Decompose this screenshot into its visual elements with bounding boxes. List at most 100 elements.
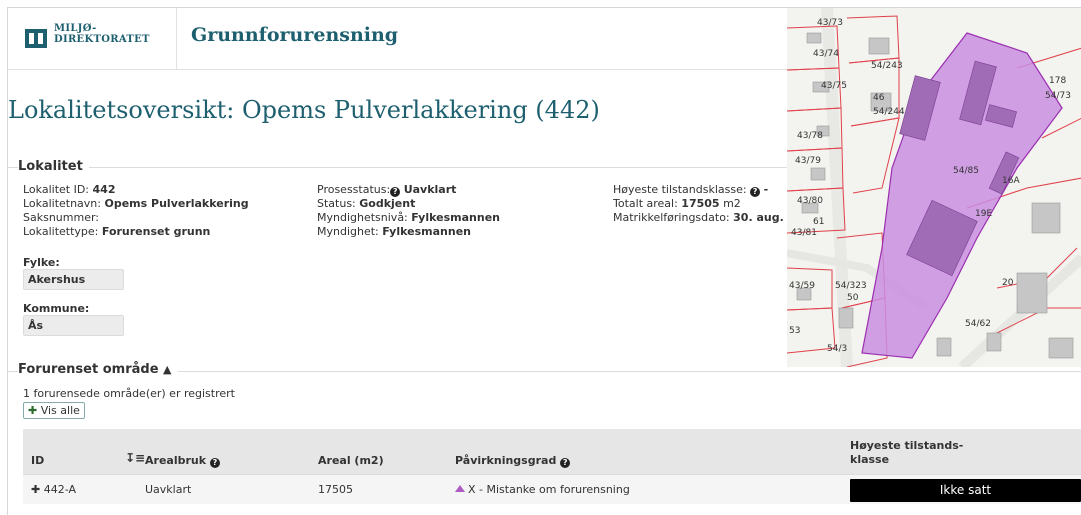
- map-label: 43/74: [813, 49, 839, 59]
- map-label: 43/73: [817, 18, 843, 28]
- lokalitet-divider: [8, 167, 788, 168]
- map-label: 178: [1049, 76, 1066, 86]
- map-view[interactable]: 43/73 43/74 54/243 178 54/73 43/75 46 54…: [787, 8, 1081, 367]
- help-icon[interactable]: ?: [209, 458, 220, 468]
- expand-plus-icon[interactable]: ✚: [31, 483, 40, 496]
- map-label: 16A: [1002, 176, 1020, 186]
- label: Lokalitet ID:: [23, 183, 90, 196]
- map-label: 53: [789, 326, 800, 336]
- label: Myndighet:: [317, 225, 379, 238]
- map-label: 43/59: [789, 281, 815, 291]
- col-areal-header[interactable]: Areal (m2): [318, 454, 384, 467]
- map-label: 54/85: [953, 166, 979, 176]
- forurenset-heading-label: Forurenset område: [18, 362, 159, 377]
- lokalitet-column-2: Prosesstatus:? Uavklart Status: Godkjent…: [317, 183, 500, 239]
- col-tilstandsklasse-header[interactable]: Høyeste tilstands- klasse: [850, 439, 963, 467]
- hoyeste-tilstandsklasse-row: Høyeste tilstandsklasse: ? -: [613, 183, 787, 197]
- help-icon[interactable]: ?: [560, 458, 571, 468]
- value: Opems Pulverlakkering: [104, 197, 249, 210]
- value: Uavklart: [403, 183, 457, 196]
- value: -: [763, 183, 769, 196]
- col-pavirkningsgrad-header[interactable]: Påvirkningsgrad ?: [455, 454, 571, 468]
- label: Lokalitettype:: [23, 225, 99, 238]
- value: 17505: [681, 197, 720, 210]
- app-frame: MILJØ- DIREKTORATET Grunnforurensning Lo…: [7, 7, 1081, 515]
- value: Forurenset grunn: [101, 225, 211, 238]
- map-label: 43/81: [791, 228, 817, 238]
- vis-alle-button[interactable]: ✚ Vis alle: [23, 402, 85, 419]
- lokalitet-id-row: Lokalitet ID: 442: [23, 183, 249, 197]
- map-label: 54/3: [827, 344, 847, 354]
- prosesstatus-row: Prosesstatus:? Uavklart: [317, 183, 500, 197]
- top-header: MILJØ- DIREKTORATET Grunnforurensning: [8, 8, 788, 70]
- map-label: 19E: [975, 209, 992, 219]
- col-label-line2: klasse: [850, 453, 890, 466]
- col-label-line1: Høyeste tilstands-: [850, 439, 964, 452]
- col-id-header[interactable]: ID: [31, 454, 44, 467]
- saksnummer-row: Saksnummer:: [23, 211, 249, 225]
- collapse-caret-icon[interactable]: ▲: [163, 363, 171, 376]
- help-icon[interactable]: ?: [750, 187, 761, 197]
- value: Fylkesmannen: [382, 225, 471, 238]
- map-label: 50: [847, 293, 859, 303]
- lokalitet-column-3: Høyeste tilstandsklasse: ? - Totalt area…: [613, 183, 787, 225]
- value: 442: [92, 183, 116, 196]
- label: Lokalitetnavn:: [23, 197, 101, 210]
- label: Prosesstatus:: [317, 183, 391, 196]
- logo-line-1: MILJØ-: [54, 23, 97, 34]
- map-label: 54/62: [965, 319, 991, 329]
- map-label: 43/79: [795, 156, 821, 166]
- forurenset-heading[interactable]: Forurenset område ▲: [18, 362, 178, 377]
- map-label: 54/244: [873, 107, 905, 117]
- miljodirektoratet-logo-icon[interactable]: [25, 29, 47, 48]
- app-title[interactable]: Grunnforurensning: [191, 24, 398, 46]
- table-row[interactable]: ✚ 442-A Uavklart 17505 X - Mistanke om f…: [23, 474, 1081, 504]
- row-pavirkning: X - Mistanke om forurensning: [455, 483, 630, 496]
- label: Matrikkelføringsdato:: [613, 211, 730, 224]
- tilstandsklasse-badge[interactable]: Ikke satt: [850, 479, 1081, 502]
- col-label: Påvirkningsgrad: [455, 454, 557, 467]
- label: Saksnummer:: [23, 211, 100, 224]
- col-label: Arealbruk: [145, 454, 207, 467]
- map-label: 20: [1002, 278, 1014, 288]
- map-label: 54/243: [871, 61, 903, 71]
- plus-icon: ✚: [28, 404, 38, 417]
- row-pavirkning-text: X - Mistanke om forurensning: [468, 483, 630, 496]
- map-canvas[interactable]: 43/73 43/74 54/243 178 54/73 43/75 46 54…: [787, 8, 1081, 367]
- myndighetsniva-row: Myndighetsnivå: Fylkesmannen: [317, 211, 500, 225]
- logo-text[interactable]: MILJØ- DIREKTORATET: [54, 23, 150, 45]
- kommune-label: Kommune:: [23, 302, 90, 315]
- row-areal: 17505: [318, 483, 353, 496]
- matrikkelforingsdato-row: Matrikkelføringsdato: 30. aug. 20: [613, 211, 787, 225]
- map-label: 43/78: [797, 131, 823, 141]
- map-label: 46: [873, 93, 885, 103]
- sort-icon[interactable]: ↧≡: [125, 451, 145, 465]
- kommune-field: Ås: [23, 315, 124, 336]
- value: 30. aug. 20: [733, 211, 787, 224]
- label: Status:: [317, 197, 356, 210]
- lokalitettype-row: Lokalitettype: Forurenset grunn: [23, 225, 249, 239]
- unit: m2: [723, 197, 741, 210]
- lokalitet-column-1: Lokalitet ID: 442 Lokalitetnavn: Opems P…: [23, 183, 249, 239]
- triangle-up-icon: [455, 485, 465, 492]
- forurenset-count: 1 forurensede område(er) er registrert: [23, 387, 235, 400]
- myndighet-row: Myndighet: Fylkesmannen: [317, 225, 500, 239]
- map-label: 43/75: [821, 81, 847, 91]
- row-id: 442-A: [43, 483, 76, 496]
- row-arealbruk: Uavklart: [145, 483, 192, 496]
- row-id-cell[interactable]: ✚ 442-A: [31, 483, 76, 496]
- lokalitetnavn-row: Lokalitetnavn: Opems Pulverlakkering: [23, 197, 249, 211]
- totalt-areal-row: Totalt areal: 17505 m2: [613, 197, 787, 211]
- map-label: 54/73: [1045, 91, 1071, 101]
- map-label: 54/323: [835, 281, 867, 291]
- lokalitet-heading: Lokalitet: [18, 159, 89, 174]
- help-icon[interactable]: ?: [390, 187, 401, 197]
- table-header: ID ↧≡ Arealbruk ? Areal (m2) Påvirknings…: [23, 429, 1081, 474]
- status-row: Status: Godkjent: [317, 197, 500, 211]
- map-label: 43/80: [797, 196, 823, 206]
- header-divider: [176, 8, 177, 70]
- label: Høyeste tilstandsklasse:: [613, 183, 747, 196]
- page-title: Lokalitetsoversikt: Opems Pulverlakkerin…: [8, 96, 600, 124]
- value: Godkjent: [359, 197, 416, 210]
- col-arealbruk-header[interactable]: Arealbruk ?: [145, 454, 220, 468]
